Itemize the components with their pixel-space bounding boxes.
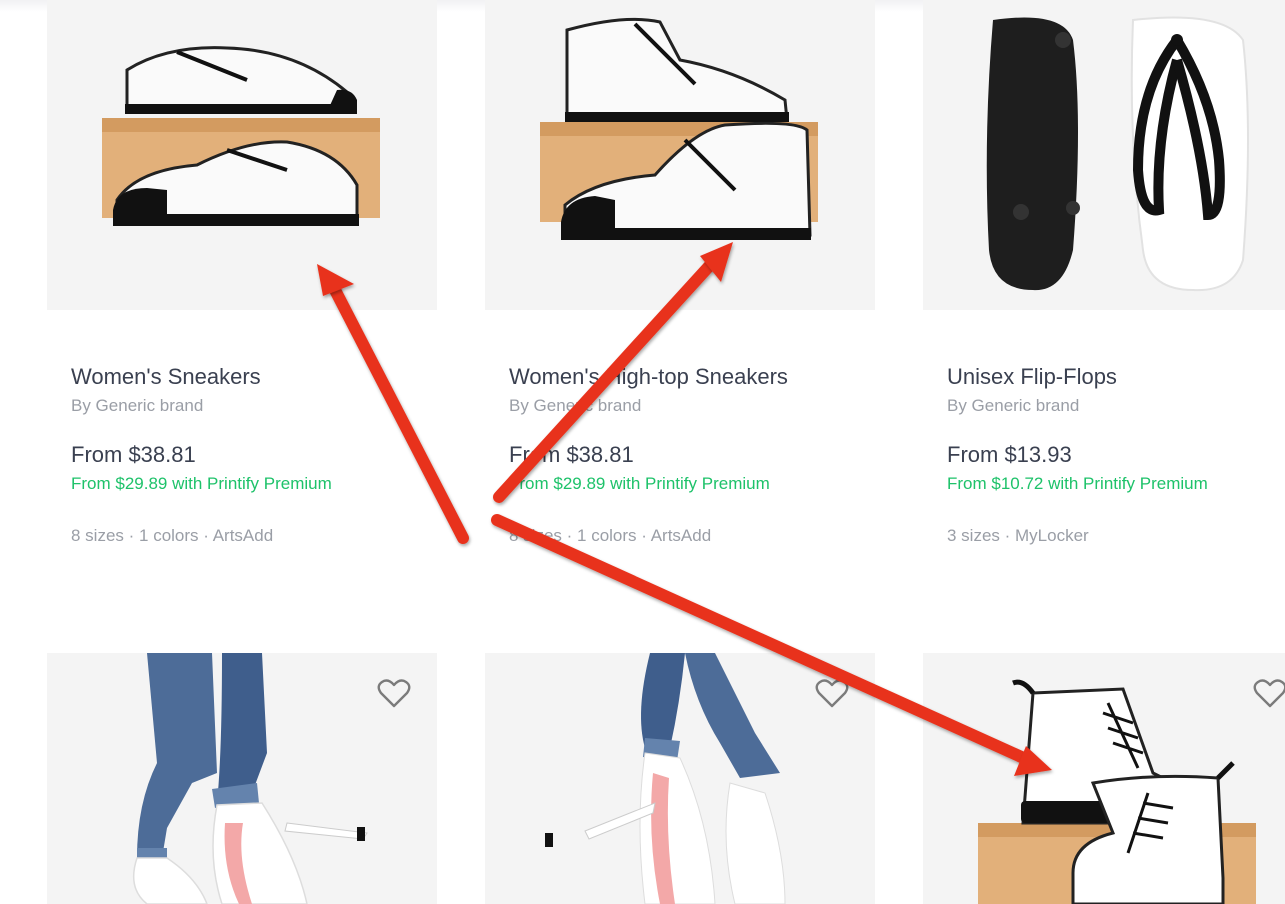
product-meta: 8 sizes · 1 colors · ArtsAdd [509, 526, 712, 545]
product-price: From $13.93 [947, 442, 1072, 467]
premium-price: From $29.89 with Printify Premium [71, 474, 332, 493]
heart-outline-icon[interactable] [815, 679, 849, 709]
product-image-high-heels[interactable] [47, 653, 437, 904]
product-title[interactable]: Women's Sneakers [71, 364, 261, 390]
premium-price: From $10.72 with Printify Premium [947, 474, 1208, 493]
product-title[interactable]: Women's High-top Sneakers [509, 364, 788, 390]
product-meta: 8 sizes · 1 colors · ArtsAdd [71, 526, 274, 545]
heart-outline-icon[interactable] [377, 679, 411, 709]
product-title[interactable]: Unisex Flip-Flops [947, 364, 1117, 390]
product-image-high-heels[interactable] [485, 653, 875, 904]
product-image-flip-flops[interactable] [923, 0, 1285, 310]
heart-outline-icon[interactable] [1253, 679, 1285, 709]
premium-price: From $29.89 with Printify Premium [509, 474, 770, 493]
product-brand: By Generic brand [509, 396, 642, 415]
product-meta: 3 sizes · MyLocker [947, 526, 1089, 545]
product-brand: By Generic brand [71, 396, 204, 415]
arrow-to-sneakers [328, 282, 469, 544]
product-image-sneakers[interactable] [47, 0, 437, 310]
product-price: From $38.81 [509, 442, 634, 467]
product-brand: By Generic brand [947, 396, 1080, 415]
product-price: From $38.81 [71, 442, 196, 467]
product-image-boots[interactable] [923, 653, 1285, 904]
product-image-high-top-sneakers[interactable] [485, 0, 875, 310]
